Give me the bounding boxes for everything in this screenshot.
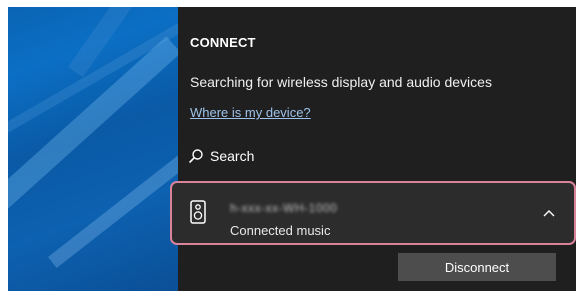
panel-title: CONNECT bbox=[190, 35, 256, 50]
connect-panel: CONNECT Searching for wireless display a… bbox=[170, 7, 576, 291]
search-icon bbox=[188, 148, 204, 164]
device-connection-status: Connected music bbox=[230, 223, 331, 238]
device-name: h-xxx-xx-WH-1000 bbox=[230, 201, 338, 215]
speaker-icon bbox=[189, 200, 207, 229]
disconnect-button[interactable]: Disconnect bbox=[398, 253, 556, 281]
search-label: Search bbox=[210, 148, 255, 164]
search-button[interactable]: Search bbox=[188, 148, 254, 164]
where-is-my-device-link[interactable]: Where is my device? bbox=[190, 105, 311, 120]
chevron-up-icon[interactable] bbox=[542, 205, 556, 223]
desktop-wallpaper bbox=[8, 7, 178, 291]
search-status-text: Searching for wireless display and audio… bbox=[190, 74, 492, 90]
device-list-item[interactable]: h-xxx-xx-WH-1000 Connected music bbox=[170, 181, 576, 245]
